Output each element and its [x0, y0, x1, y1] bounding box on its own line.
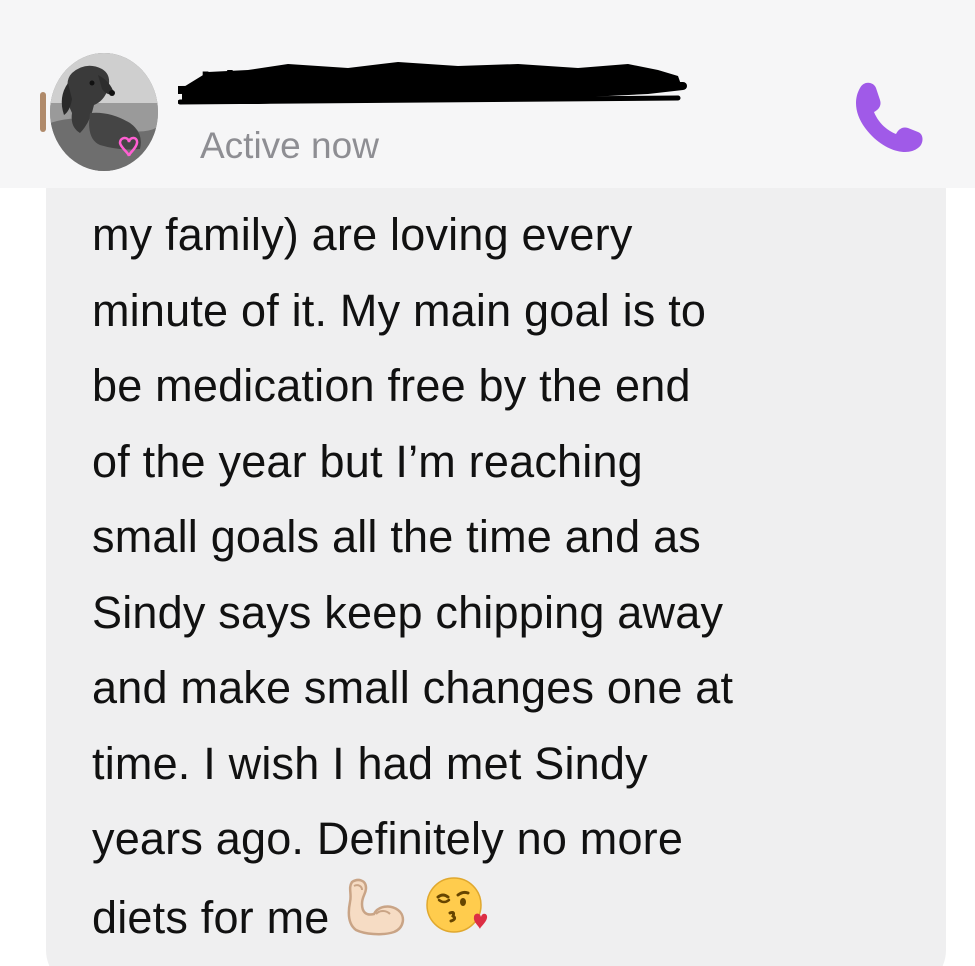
message-text: my family) are loving every minute of it… — [92, 197, 942, 965]
call-button[interactable] — [846, 74, 926, 154]
message-line-text: diets for me — [92, 891, 330, 943]
face-blowing-kiss-emoji — [424, 873, 490, 962]
active-status: Active now — [200, 125, 379, 166]
message-line: be medication free by the end — [92, 360, 691, 411]
message-line: time. I wish I had met Sindy — [92, 737, 648, 789]
message-line: years ago. Definitely no more — [92, 813, 684, 864]
message-line: small goals all the time and as — [92, 511, 701, 562]
message-line-last: diets for me — [92, 876, 942, 966]
flexed-biceps-emoji — [344, 876, 410, 959]
contact-avatar[interactable] — [50, 53, 158, 171]
message-line: my family) are loving every — [92, 209, 633, 260]
message-line: of the year but I’m reaching — [92, 435, 643, 487]
chat-screen: my family) are loving every minute of it… — [0, 0, 975, 966]
message-line: minute of it. My main goal is to — [92, 284, 707, 336]
dachshund-avatar — [50, 53, 158, 171]
phone-icon — [856, 82, 923, 152]
name-redaction-mark — [174, 60, 718, 110]
message-line: Sindy says keep chipping away — [92, 586, 724, 638]
message-line: and make small changes one at — [92, 662, 734, 713]
previous-avatar-edge — [40, 92, 46, 132]
